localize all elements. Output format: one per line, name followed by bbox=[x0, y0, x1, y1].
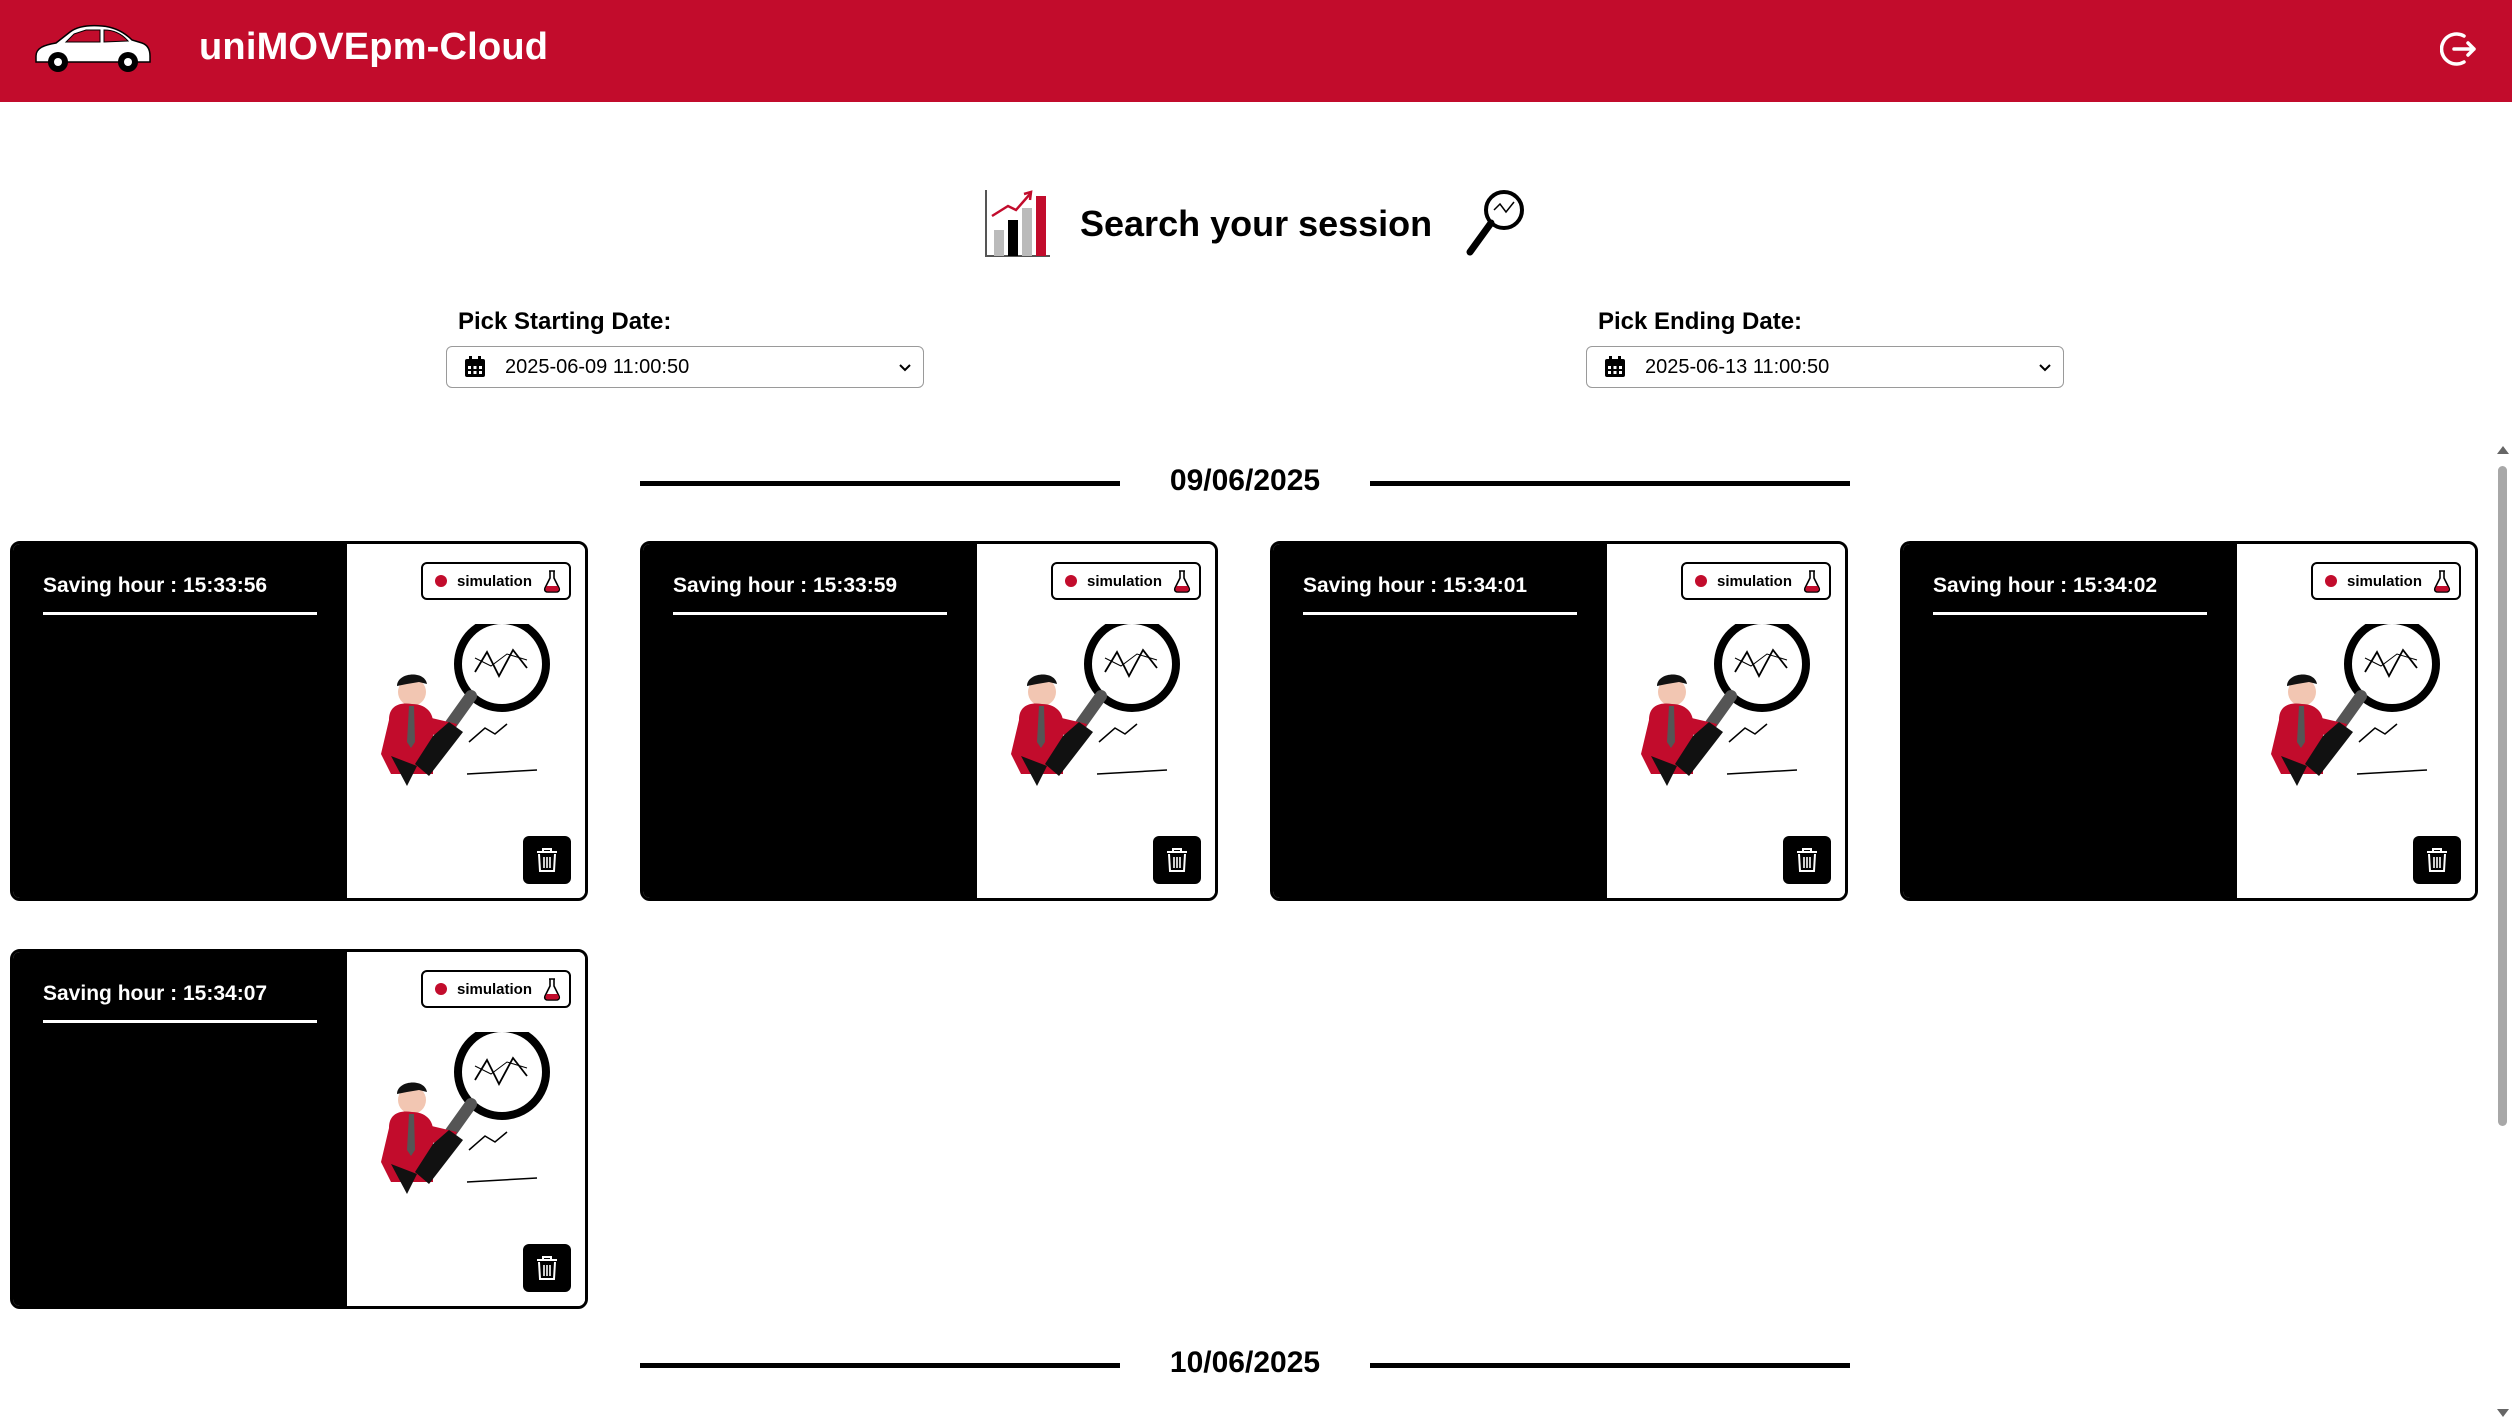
separator-line bbox=[1370, 1363, 1850, 1368]
simulation-badge[interactable]: simulation bbox=[421, 970, 571, 1008]
card-info-panel: Saving hour : 15:34:02 bbox=[1903, 544, 2237, 898]
session-card[interactable]: Saving hour : 15:34:02 simulation bbox=[1900, 541, 2478, 901]
hour-underline bbox=[1303, 612, 1577, 615]
badge-label: simulation bbox=[457, 572, 533, 590]
bar-chart-icon bbox=[985, 190, 1050, 257]
analyst-illustration bbox=[2271, 624, 2440, 786]
calendar-icon bbox=[1605, 356, 1625, 377]
date-separator: 09/06/2025 bbox=[640, 462, 1850, 502]
flask-icon bbox=[543, 978, 561, 1001]
card-info-panel: Saving hour : 15:34:01 bbox=[1273, 544, 1607, 898]
analyst-illustration bbox=[381, 624, 550, 786]
simulation-badge[interactable]: simulation bbox=[2311, 562, 2461, 600]
scroll-thumb[interactable] bbox=[2498, 466, 2507, 1126]
delete-button[interactable] bbox=[1783, 836, 1831, 884]
record-dot-icon bbox=[2325, 575, 2337, 587]
magnifier-icon bbox=[1466, 190, 1525, 256]
simulation-badge[interactable]: simulation bbox=[1051, 562, 1201, 600]
scrollbar[interactable] bbox=[2494, 444, 2512, 1421]
saving-hour: Saving hour : 15:34:02 bbox=[1933, 574, 2158, 597]
card-visual-panel: simulation bbox=[2237, 544, 2475, 898]
page-title: Search your session bbox=[1080, 203, 1433, 244]
session-card[interactable]: Saving hour : 15:33:56 simulation bbox=[10, 541, 588, 901]
hour-underline bbox=[1933, 612, 2207, 615]
record-dot-icon bbox=[1065, 575, 1077, 587]
hour-underline bbox=[673, 612, 947, 615]
session-card[interactable]: Saving hour : 15:33:59 simulation bbox=[640, 541, 1218, 901]
date-separator: 10/06/2025 bbox=[640, 1344, 1850, 1384]
end-date-picker[interactable]: 2025-06-13 11:00:50 bbox=[1586, 346, 2064, 388]
delete-button[interactable] bbox=[523, 836, 571, 884]
simulation-badge[interactable]: simulation bbox=[421, 562, 571, 600]
trash-icon bbox=[537, 848, 557, 872]
start-date-value: 2025-06-09 11:00:50 bbox=[505, 355, 690, 378]
flask-icon bbox=[543, 570, 561, 593]
trash-icon bbox=[537, 1256, 557, 1280]
delete-button[interactable] bbox=[1153, 836, 1201, 884]
card-visual-panel: simulation bbox=[977, 544, 1215, 898]
end-date-label: Pick Ending Date: bbox=[1598, 308, 1803, 335]
top-bar: uniMOVEpm-Cloud bbox=[0, 0, 2512, 102]
analyst-illustration bbox=[1641, 624, 1810, 786]
saving-hour: Saving hour : 15:33:59 bbox=[673, 574, 898, 597]
saving-hour: Saving hour : 15:34:01 bbox=[1303, 574, 1528, 597]
record-dot-icon bbox=[435, 575, 447, 587]
badge-label: simulation bbox=[1717, 572, 1793, 590]
session-card[interactable]: Saving hour : 15:34:01 simulation bbox=[1270, 541, 1848, 901]
separator-line bbox=[1370, 481, 1850, 486]
delete-button[interactable] bbox=[2413, 836, 2461, 884]
analyst-illustration bbox=[1011, 624, 1180, 786]
analyst-illustration bbox=[381, 1032, 550, 1194]
hour-underline bbox=[43, 1020, 317, 1023]
scroll-down-arrow[interactable] bbox=[2497, 1409, 2509, 1417]
card-info-panel: Saving hour : 15:34:07 bbox=[13, 952, 347, 1306]
start-date-picker[interactable]: 2025-06-09 11:00:50 bbox=[446, 346, 924, 388]
trash-icon bbox=[1797, 848, 1817, 872]
card-info-panel: Saving hour : 15:33:56 bbox=[13, 544, 347, 898]
badge-label: simulation bbox=[457, 980, 533, 998]
scroll-up-arrow[interactable] bbox=[2497, 446, 2509, 454]
delete-button[interactable] bbox=[523, 1244, 571, 1292]
app-title: uniMOVEpm-Cloud bbox=[199, 26, 549, 68]
search-heading: Search your session bbox=[980, 186, 1530, 262]
logout-icon[interactable] bbox=[2440, 30, 2478, 68]
card-visual-panel: simulation bbox=[347, 544, 585, 898]
calendar-icon bbox=[465, 356, 485, 377]
chevron-down-icon bbox=[899, 364, 911, 372]
card-visual-panel: simulation bbox=[347, 952, 585, 1306]
car-icon bbox=[35, 24, 151, 72]
flask-icon bbox=[2433, 570, 2451, 593]
trash-icon bbox=[1167, 848, 1187, 872]
start-date-label: Pick Starting Date: bbox=[458, 308, 672, 335]
trash-icon bbox=[2427, 848, 2447, 872]
card-visual-panel: simulation bbox=[1607, 544, 1845, 898]
simulation-badge[interactable]: simulation bbox=[1681, 562, 1831, 600]
saving-hour: Saving hour : 15:33:56 bbox=[43, 574, 268, 597]
flask-icon bbox=[1173, 570, 1191, 593]
hour-underline bbox=[43, 612, 317, 615]
end-date-value: 2025-06-13 11:00:50 bbox=[1645, 355, 1830, 378]
record-dot-icon bbox=[435, 983, 447, 995]
saving-hour: Saving hour : 15:34:07 bbox=[43, 982, 268, 1005]
record-dot-icon bbox=[1695, 575, 1707, 587]
session-card[interactable]: Saving hour : 15:34:07 simulation bbox=[10, 949, 588, 1309]
flask-icon bbox=[1803, 570, 1821, 593]
card-info-panel: Saving hour : 15:33:59 bbox=[643, 544, 977, 898]
badge-label: simulation bbox=[1087, 572, 1163, 590]
chevron-down-icon bbox=[2039, 364, 2051, 372]
badge-label: simulation bbox=[2347, 572, 2423, 590]
